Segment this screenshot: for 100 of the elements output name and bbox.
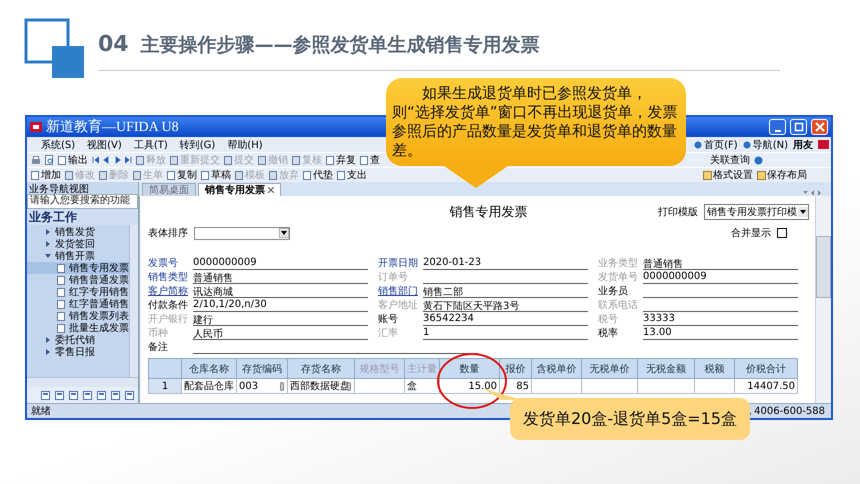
input-field[interactable]: 销售二部	[423, 285, 588, 298]
input-field[interactable]: 36542234	[423, 313, 588, 326]
toolbar-button[interactable]: 关联查询	[710, 153, 750, 167]
paperclip-icon[interactable]	[347, 382, 351, 391]
column-header: 价税合计	[734, 358, 798, 378]
tree-item[interactable]: 零售日报	[27, 346, 129, 358]
toolbar-button[interactable]: 输出	[58, 153, 88, 167]
input-field[interactable]: 0000000009	[643, 271, 798, 284]
sort-dropdown[interactable]	[194, 226, 290, 240]
callout-tail	[444, 166, 508, 188]
input-field[interactable]: 2020-01-23	[423, 257, 588, 270]
input-field[interactable]: 普通销售	[643, 257, 798, 270]
toolbar-button[interactable]: 弃复	[326, 153, 356, 167]
toolbar-button[interactable]: 增加	[31, 168, 61, 182]
brand-label: 用友	[793, 138, 813, 152]
column-header: 报价	[500, 358, 532, 378]
menu-item[interactable]: 系统(S)	[41, 138, 76, 152]
menu-item[interactable]: 工具(T)	[134, 138, 168, 152]
toolbar-button[interactable]: 保存布局	[757, 168, 807, 182]
view-icon[interactable]	[111, 390, 120, 400]
column-header: 主计量	[404, 358, 440, 378]
preview-icon[interactable]	[45, 155, 54, 165]
toolbar-button[interactable]: 复制	[167, 168, 197, 182]
arrow-icon[interactable]	[92, 156, 99, 164]
nav-link[interactable]: 首页(F)	[694, 138, 738, 152]
tree-item[interactable]: 销售发票列表	[27, 310, 129, 322]
arrow-icon[interactable]	[125, 156, 132, 164]
tree-item[interactable]: 销售专用发票	[27, 262, 129, 274]
search-field[interactable]: 请输入您要搜索的功能	[27, 194, 138, 209]
scrollbar[interactable]	[129, 225, 138, 377]
field-label: 开票日期	[378, 256, 419, 270]
field-label[interactable]: 客户简称	[148, 284, 190, 298]
tab[interactable]: 销售专用发票	[198, 183, 281, 196]
maximize-button[interactable]	[790, 119, 807, 135]
toolbar-button[interactable]: 支出	[337, 168, 367, 182]
tree-item[interactable]: 红字专用销售	[27, 286, 129, 298]
input-field[interactable]: 13.00	[643, 327, 798, 340]
close-button[interactable]	[811, 119, 828, 135]
input-field[interactable]: 人民币	[193, 327, 368, 340]
menu-item[interactable]: 转到(G)	[180, 138, 216, 152]
scrollbar[interactable]	[27, 377, 138, 387]
nav-link[interactable]: 导航(N)	[742, 138, 788, 152]
input-field[interactable]: 普通销售	[193, 271, 368, 284]
field-label[interactable]: 销售部门	[378, 284, 420, 298]
toolbar-button[interactable]: 格式设置	[703, 168, 753, 182]
view-icon[interactable]	[41, 390, 50, 400]
tree-item[interactable]: 销售普通发票	[27, 274, 129, 286]
paperclip-icon[interactable]	[280, 382, 284, 391]
callout-text: 发货单20盒-退货单5盒=15盒	[522, 408, 738, 430]
table-cell: 14407.50	[734, 378, 798, 394]
column-header: 含税单价	[532, 358, 582, 378]
page-icon	[99, 170, 108, 180]
tree-item[interactable]: 发货签回	[27, 238, 129, 250]
field-label: 账号	[378, 312, 399, 326]
tree-item[interactable]: 红字普通销售	[27, 298, 129, 310]
field-label: 发票号	[148, 257, 179, 270]
field-label: 币种	[148, 326, 169, 340]
column-header: 存货编码	[236, 358, 288, 378]
menu-item[interactable]: 视图(V)	[87, 138, 122, 152]
input-field[interactable]: 讯达商城	[193, 285, 368, 298]
view-icon[interactable]	[55, 390, 64, 400]
section-heading: 业务工作	[27, 209, 138, 225]
view-icon[interactable]	[69, 390, 78, 400]
dropdown-arrow-icon	[798, 207, 808, 217]
view-icon[interactable]	[97, 390, 106, 400]
input-field[interactable]: 0000000009	[193, 257, 368, 270]
toolbar-button[interactable]: 代垫	[303, 168, 333, 182]
table-header	[148, 358, 182, 378]
input-field[interactable]: 黄石下陆区天平路3号	[423, 299, 588, 312]
checkbox[interactable]	[777, 228, 787, 238]
input-field[interactable]: 建行	[193, 313, 368, 326]
maximize-icon	[794, 122, 804, 132]
minimize-button[interactable]	[769, 119, 786, 135]
checkbox-label: 合并显示	[731, 226, 771, 240]
print-icon[interactable]	[31, 156, 41, 164]
form-title: 销售专用发票	[450, 204, 528, 221]
close-icon[interactable]	[268, 187, 274, 193]
scrollbar[interactable]	[815, 196, 831, 403]
toolbar-button[interactable]: 草稿	[201, 168, 231, 182]
tree-item[interactable]: 批量生成发票	[27, 322, 129, 334]
menu-item[interactable]: 帮助(H)	[227, 138, 263, 152]
table-cell: 配套品仓库	[182, 378, 236, 394]
template-dropdown[interactable]: 销售专用发票打印模	[704, 204, 809, 220]
tree-item[interactable]: 销售发货	[27, 226, 129, 238]
table-cell: 盒	[404, 378, 440, 394]
view-icon[interactable]	[83, 390, 92, 400]
column-header: 规格型号	[354, 358, 404, 378]
field-label: 表体排序	[148, 226, 188, 240]
sidebar-header: 业务导航视图	[27, 182, 138, 194]
input-field[interactable]: 33333	[643, 313, 798, 326]
globe-icon	[742, 140, 751, 148]
tree-item[interactable]: 委托代销	[27, 334, 129, 346]
globe-icon	[694, 140, 702, 148]
toolbar-button[interactable]: 查	[360, 153, 380, 167]
view-icon[interactable]	[125, 390, 134, 400]
tab[interactable]: 简易桌面	[142, 183, 196, 196]
tree-item[interactable]: 销售开票	[27, 250, 129, 262]
input-field[interactable]: 2/10,1/20,n/30	[193, 299, 368, 312]
section-number: 04	[98, 32, 129, 57]
input-field[interactable]: 1	[423, 327, 588, 340]
